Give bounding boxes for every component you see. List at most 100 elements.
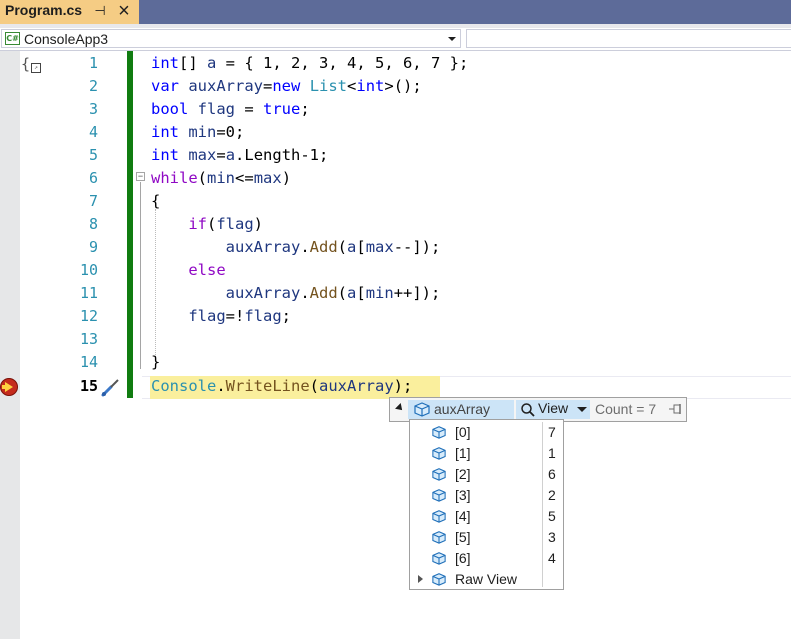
token: ); (393, 377, 413, 395)
datatip-item[interactable]: [4] 5 (410, 506, 563, 527)
datatip-item[interactable]: [5] 3 (410, 527, 563, 548)
item-index: [4] (455, 508, 471, 524)
item-value[interactable]: 7 (548, 424, 556, 440)
item-value[interactable]: 5 (548, 508, 556, 524)
code-line-12[interactable]: flag=!flag; (151, 305, 291, 328)
item-index: [3] (455, 487, 471, 503)
token: max (365, 238, 394, 256)
indicator-margin[interactable] (0, 51, 20, 639)
item-value[interactable]: 4 (548, 550, 556, 566)
datatip-value: Count = 7 (595, 401, 657, 417)
token: ++]); (393, 284, 441, 302)
pin-icon[interactable] (668, 403, 684, 417)
line-number: 8 (88, 215, 98, 233)
datatip-item[interactable]: [2] 6 (410, 464, 563, 485)
datatip-children-list: [0] 7 [1] 1 [2] 6 [3] 2 [4] 5 [5] 3 [6] … (409, 419, 564, 590)
token: flag (197, 100, 235, 118)
line-number: 5 (88, 146, 98, 164)
code-line-5[interactable]: int max=a.Length-1; (151, 144, 328, 167)
object-cube-icon (432, 426, 446, 439)
token: a (207, 54, 217, 72)
datatip-variable-name: auxArray (434, 401, 491, 417)
line-number: 9 (88, 238, 98, 256)
project-dropdown[interactable]: C# ConsoleApp3 (1, 29, 461, 48)
token: true (263, 100, 301, 118)
chevron-down-icon[interactable] (577, 407, 587, 412)
token: min (365, 284, 394, 302)
code-line-6[interactable]: while(min<=max) (151, 167, 291, 190)
token: else (188, 261, 226, 279)
code-line-8[interactable]: if(flag) (151, 213, 263, 236)
raw-view-label: Raw View (455, 571, 517, 587)
collapse-datatip-icon[interactable] (395, 403, 405, 413)
item-index: [2] (455, 466, 471, 482)
item-value[interactable]: 3 (548, 529, 556, 545)
code-line-7[interactable]: { (151, 190, 160, 213)
item-index: [1] (455, 445, 471, 461)
item-value[interactable]: 1 (548, 445, 556, 461)
expand-arrow-icon[interactable] (418, 575, 423, 583)
item-index: [0] (455, 424, 471, 440)
chevron-down-icon (448, 37, 456, 41)
tab-program-cs[interactable]: Program.cs ⊣ × (0, 0, 139, 24)
line-number: 13 (79, 330, 98, 348)
token: int (151, 123, 179, 141)
code-line-4[interactable]: int min=0; (151, 121, 244, 144)
line-number: 14 (79, 353, 98, 371)
code-line-9[interactable]: auxArray.Add(a[max--]); (151, 236, 441, 259)
object-cube-icon (432, 468, 446, 481)
datatip-item[interactable]: [6] 4 (410, 548, 563, 569)
code-line-10[interactable]: else (151, 259, 226, 282)
magnifier-icon (521, 403, 535, 417)
token: =! (225, 307, 245, 325)
item-value[interactable]: 2 (548, 487, 556, 503)
item-value[interactable]: 6 (548, 466, 556, 482)
code-line-15[interactable]: Console.WriteLine(auxArray); (151, 375, 412, 398)
token: a (347, 284, 357, 302)
token: = (263, 77, 273, 95)
object-cube-icon (432, 489, 446, 502)
token: ( (309, 377, 320, 395)
token: . (300, 238, 310, 256)
token: int (151, 54, 179, 72)
item-index: [5] (455, 529, 471, 545)
raw-view-item[interactable]: Raw View (410, 569, 563, 590)
token: ; (300, 100, 310, 118)
view-label: View (538, 400, 569, 416)
code-line-11[interactable]: auxArray.Add(a[min++]); (151, 282, 441, 305)
token: auxArray (225, 238, 301, 256)
token: min (188, 123, 217, 141)
datatip-item[interactable]: [3] 2 (410, 485, 563, 506)
pin-tab-icon[interactable]: ⊣ (92, 1, 108, 21)
object-cube-icon (432, 552, 446, 565)
code-line-14[interactable]: } (151, 351, 160, 374)
token: Console (151, 377, 217, 395)
screwdriver-icon[interactable] (100, 378, 122, 398)
datatip-item[interactable]: [1] 1 (410, 443, 563, 464)
code-editor[interactable]: {↗ − 1 2 3 4 5 6 7 8 9 10 11 12 13 14 15… (0, 51, 791, 639)
member-dropdown[interactable] (466, 29, 791, 48)
token: ( (207, 215, 217, 233)
token: var (151, 77, 179, 95)
close-tab-icon[interactable]: × (114, 0, 134, 22)
token: [] (179, 54, 207, 72)
code-line-3[interactable]: bool flag = true; (151, 98, 310, 121)
line-number: 2 (88, 77, 98, 95)
datatip-item[interactable]: [0] 7 (410, 422, 563, 443)
collapse-while-block-icon[interactable]: − (136, 172, 145, 181)
token: new (272, 77, 301, 95)
token: while (151, 169, 198, 187)
code-line-1[interactable]: int[] a = { 1, 2, 3, 4, 5, 6, 7 }; (151, 52, 468, 75)
execution-arrow-icon[interactable] (0, 378, 18, 396)
code-line-2[interactable]: var auxArray=new List<int>(); (151, 75, 422, 98)
token: Add (309, 238, 338, 256)
object-cube-icon (414, 402, 430, 417)
object-cube-icon (432, 573, 446, 586)
token: =0; (216, 123, 245, 141)
token: a (347, 238, 357, 256)
